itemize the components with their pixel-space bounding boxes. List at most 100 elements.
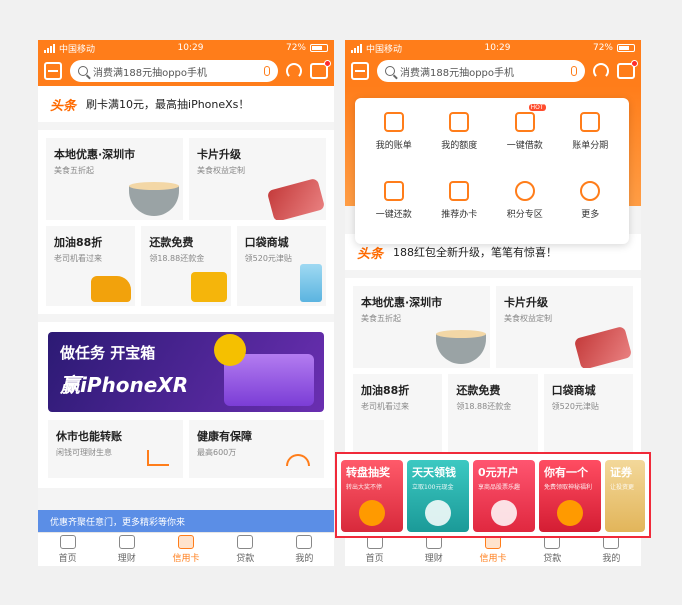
tab-label: 理财 xyxy=(117,554,136,564)
tile-title: 健康有保障 xyxy=(197,430,252,443)
news-text: 188红包全新升级，笔笔有惊喜！ xyxy=(393,246,558,259)
smartphone-image xyxy=(300,264,322,302)
clock: 10:29 xyxy=(177,43,204,53)
quick-label: 积分专区 xyxy=(506,210,543,220)
carousel-card-red-envelope[interactable]: 你有一个 免费领取神秘福利 xyxy=(539,460,601,532)
tile-card-upgrade[interactable]: 卡片升级 美食权益定制 xyxy=(189,138,326,220)
carousel-card-lottery[interactable]: 转盘抽奖 转出大奖不停 xyxy=(341,460,403,532)
coins-icon xyxy=(491,500,517,526)
tile-transfer[interactable]: 休市也能转账 闲钱可理财生息 xyxy=(48,420,183,478)
top-bar: 消费满188元抽oppo手机 xyxy=(38,56,334,86)
tile-subtitle: 领520元津贴 xyxy=(244,254,292,263)
tile-card-upgrade[interactable]: 卡片升级 美食权益定制 xyxy=(496,286,633,368)
tile-local-offers[interactable]: 本地优惠·深圳市 美食五折起 xyxy=(353,286,490,368)
quick-more[interactable]: 更多 xyxy=(558,181,624,236)
treasure-chest-image xyxy=(214,334,314,406)
tile-fuel[interactable]: 加油88折 老司机看过来 xyxy=(353,374,443,454)
carousel-card-securities[interactable]: 证券 让投资更 xyxy=(605,460,645,532)
tab-credit-card[interactable]: 信用卡 xyxy=(156,533,215,566)
tab-me[interactable]: 我的 xyxy=(275,533,334,566)
quick-label: 我的账单 xyxy=(375,141,412,151)
wallet-icon xyxy=(118,535,135,549)
search-icon xyxy=(385,66,395,76)
carousel-subtitle: 免费领取神秘福利 xyxy=(544,484,593,491)
tile-local-offers[interactable]: 本地优惠·深圳市 美食五折起 xyxy=(46,138,183,220)
tile-subtitle: 美食五折起 xyxy=(361,314,401,323)
scan-icon[interactable] xyxy=(44,62,62,80)
search-input[interactable]: 消费满188元抽oppo手机 xyxy=(377,60,585,82)
news-banner[interactable]: 头条 刷卡满10元，最高抽iPhoneXs！ xyxy=(38,86,334,122)
tile-fuel[interactable]: 加油88折 老司机看过来 xyxy=(46,226,136,306)
red-envelope-icon xyxy=(557,500,583,526)
tile-insurance[interactable]: 健康有保障 最高600万 xyxy=(189,420,324,478)
fuel-nozzle-image xyxy=(91,276,132,302)
tab-label: 贷款 xyxy=(543,554,562,564)
clock: 10:29 xyxy=(484,43,511,53)
quick-my-quota[interactable]: 我的额度 xyxy=(427,112,493,167)
message-icon[interactable] xyxy=(310,60,331,79)
carousel-title: 天天领钱 xyxy=(412,466,456,479)
tile-subtitle: 老司机看过来 xyxy=(54,254,102,263)
tab-wealth[interactable]: 理财 xyxy=(97,533,156,566)
status-bar: 中国移动 10:29 72% xyxy=(38,40,334,56)
headset-icon[interactable] xyxy=(593,63,609,79)
notice-bar[interactable]: 优惠齐聚任意门，更多精彩等你来 xyxy=(38,510,334,532)
tile-subtitle: 领18.88还款金 xyxy=(149,254,205,263)
carousel-card-open-account[interactable]: 0元开户 享商品股票乐趣 xyxy=(473,460,535,532)
tile-title: 休市也能转账 xyxy=(56,430,122,443)
carousel-title: 转盘抽奖 xyxy=(346,466,390,479)
tab-home[interactable]: 首页 xyxy=(38,533,97,566)
wallet-image xyxy=(190,272,227,302)
tile-repay[interactable]: 还款免费 领18.88还款金 xyxy=(141,226,231,306)
loan-icon xyxy=(237,535,254,549)
tile-subtitle: 美食五折起 xyxy=(54,166,94,175)
tile-repay[interactable]: 还款免费 领18.88还款金 xyxy=(448,374,538,454)
headline-logo: 头条 xyxy=(357,246,384,262)
credit-card-icon xyxy=(178,535,194,549)
tile-mall[interactable]: 口袋商城 领520元津贴 xyxy=(543,374,633,454)
more-icon xyxy=(580,181,601,201)
quick-installment[interactable]: 账单分期 xyxy=(558,112,624,167)
status-bar: 中国移动 10:29 72% xyxy=(345,40,641,56)
home-icon xyxy=(59,535,76,549)
treasure-banner[interactable]: 做任务 开宝箱 赢iPhoneXR xyxy=(48,332,324,412)
quick-points[interactable]: 积分专区 xyxy=(492,181,558,236)
headline-logo: 头条 xyxy=(50,98,77,114)
tile-title: 口袋商城 xyxy=(244,236,289,249)
microphone-icon[interactable] xyxy=(571,66,577,76)
tab-loan[interactable]: 贷款 xyxy=(216,533,275,566)
tab-label: 信用卡 xyxy=(479,554,507,564)
tile-subtitle: 老司机看过来 xyxy=(361,402,409,411)
quick-recommend-card[interactable]: 推荐办卡 xyxy=(427,181,493,236)
quick-repay[interactable]: 一键还款 xyxy=(361,181,427,236)
tab-label: 我的 xyxy=(295,554,314,564)
carrier: 中国移动 xyxy=(366,44,403,55)
carousel-title: 0元开户 xyxy=(478,466,519,479)
microphone-icon[interactable] xyxy=(264,66,270,76)
quick-my-bill[interactable]: 我的账单 xyxy=(361,112,427,167)
message-icon[interactable] xyxy=(617,60,638,79)
carousel-subtitle: 立取100元现金 xyxy=(412,484,454,491)
feature-card: 本地优惠·深圳市 美食五折起 卡片升级 美食权益定制 加油88折 老司机看过来 … xyxy=(345,278,641,462)
steak-image xyxy=(573,325,633,368)
user-icon xyxy=(296,535,313,549)
notification-dot xyxy=(324,60,331,67)
chart-icon xyxy=(147,450,169,466)
gift-icon xyxy=(449,181,470,201)
tile-mall[interactable]: 口袋商城 领520元津贴 xyxy=(236,226,326,306)
loan-icon xyxy=(514,112,535,132)
battery-icon xyxy=(617,44,635,52)
headset-icon[interactable] xyxy=(286,63,302,79)
scan-icon[interactable] xyxy=(351,62,369,80)
tab-bar: 首页 理财 信用卡 贷款 我的 xyxy=(38,532,334,566)
carousel-card-daily-cash[interactable]: 天天领钱 立取100元现金 xyxy=(407,460,469,532)
promo-carousel[interactable]: 转盘抽奖 转出大奖不停 天天领钱 立取100元现金 0元开户 享商品股票乐趣 你… xyxy=(335,452,651,538)
steak-image xyxy=(266,177,326,220)
tile-title: 加油88折 xyxy=(361,384,410,397)
search-input[interactable]: 消费满188元抽oppo手机 xyxy=(70,60,278,82)
top-bar: 消费满188元抽oppo手机 xyxy=(345,56,641,86)
tile-title: 卡片升级 xyxy=(504,296,548,309)
quick-instant-loan[interactable]: HOT 一键借款 xyxy=(492,104,558,167)
search-icon xyxy=(78,66,88,76)
signal-icon xyxy=(351,43,362,53)
